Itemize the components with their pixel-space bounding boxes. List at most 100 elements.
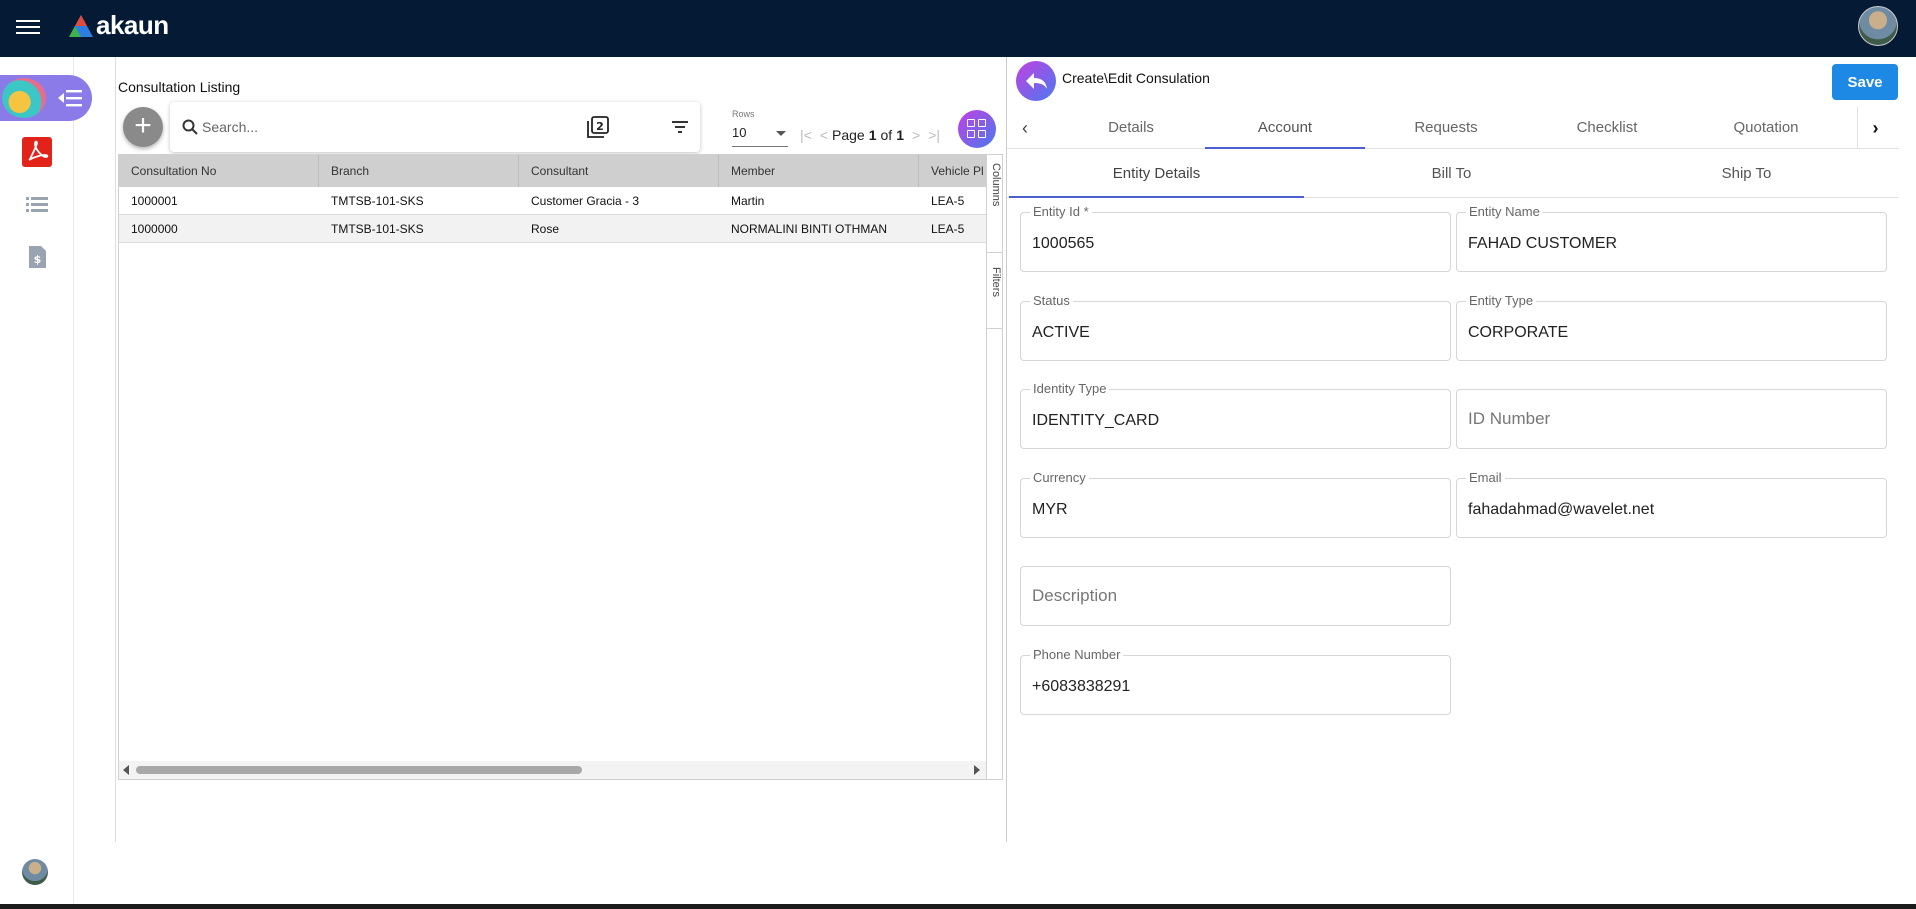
description-field[interactable]: Description bbox=[1020, 566, 1451, 626]
entity-name-label: Entity Name bbox=[1466, 204, 1543, 219]
scrollbar-thumb[interactable] bbox=[136, 766, 582, 774]
multi-select-icon[interactable]: 2 bbox=[587, 116, 609, 138]
left-rail: $ bbox=[0, 57, 92, 909]
phone-number-field[interactable]: Phone Number +6083838291 bbox=[1020, 647, 1451, 715]
entity-name-field[interactable]: Entity Name FAHAD CUSTOMER bbox=[1456, 204, 1887, 272]
rows-per-page-select[interactable]: 10 bbox=[732, 125, 788, 147]
top-bar: akaun bbox=[0, 0, 1916, 57]
side-tool-panel: Columns Filters bbox=[986, 155, 1002, 779]
last-page-icon[interactable]: >| bbox=[928, 127, 940, 143]
status-label: Status bbox=[1030, 293, 1073, 308]
status-field[interactable]: Status ACTIVE bbox=[1020, 293, 1451, 361]
car-app-icon bbox=[2, 78, 46, 118]
first-page-icon[interactable]: |< bbox=[800, 127, 812, 143]
email-label: Email bbox=[1466, 470, 1505, 485]
page-label: Page bbox=[832, 127, 865, 143]
editor-tabs: ‹ Details Account Requests Checklist Quo… bbox=[1007, 107, 1899, 149]
logo-text: akaun bbox=[96, 10, 169, 40]
rail-user-avatar[interactable] bbox=[22, 859, 48, 885]
filters-side-tab[interactable]: Filters bbox=[987, 259, 1002, 329]
subtab-bill-to[interactable]: Bill To bbox=[1304, 150, 1599, 198]
next-page-icon[interactable]: > bbox=[912, 127, 920, 143]
column-header-member[interactable]: Member bbox=[719, 155, 919, 187]
page-of-label: of bbox=[880, 127, 893, 143]
identity-type-value: IDENTITY_CARD bbox=[1032, 412, 1160, 429]
entity-type-field[interactable]: Entity Type CORPORATE bbox=[1456, 293, 1887, 361]
search-input[interactable] bbox=[202, 116, 642, 138]
cell-consultation-no: 1000001 bbox=[131, 194, 178, 208]
cell-consultant: Customer Gracia - 3 bbox=[531, 194, 640, 208]
tab-details[interactable]: Details bbox=[1051, 107, 1211, 149]
tab-account[interactable]: Account bbox=[1205, 107, 1365, 149]
grid-view-button[interactable] bbox=[958, 110, 996, 148]
filter-icon[interactable] bbox=[672, 120, 688, 134]
tab-checklist[interactable]: Checklist bbox=[1527, 107, 1687, 149]
rail-active-app[interactable] bbox=[0, 75, 92, 121]
akaun-logo-icon bbox=[69, 14, 93, 37]
bottom-strip bbox=[0, 904, 1916, 909]
column-header-consultation-no[interactable]: Consultation No bbox=[119, 155, 319, 187]
phone-number-label: Phone Number bbox=[1030, 647, 1124, 662]
consultation-listing-panel: Consultation Listing + 2 Rows 10 |< < Pa… bbox=[115, 57, 1005, 842]
search-bar bbox=[170, 102, 700, 152]
identity-type-field[interactable]: Identity Type IDENTITY_CARD bbox=[1020, 381, 1451, 449]
rows-label: Rows bbox=[732, 109, 755, 119]
cell-vehicle-plate: LEA-5 bbox=[931, 194, 965, 208]
pagination: |< < Page 1 of 1 > >| bbox=[796, 127, 944, 143]
cell-branch: TMTSB-101-SKS bbox=[331, 194, 424, 208]
app-logo[interactable]: akaun bbox=[68, 10, 169, 41]
reply-arrow-icon bbox=[1026, 73, 1047, 89]
identity-type-label: Identity Type bbox=[1030, 381, 1110, 396]
column-header-consultant[interactable]: Consultant bbox=[519, 155, 719, 187]
rows-per-page-value: 10 bbox=[732, 125, 747, 140]
column-header-vehicle-plate[interactable]: Vehicle Pl bbox=[919, 155, 987, 187]
horizontal-scrollbar[interactable] bbox=[119, 761, 986, 779]
tabs-prev-chevron-icon[interactable]: ‹ bbox=[1007, 107, 1043, 149]
add-button[interactable]: + bbox=[123, 107, 163, 147]
email-field[interactable]: Email fahadahmad@wavelet.net bbox=[1456, 470, 1887, 538]
phone-number-value: +6083838291 bbox=[1032, 678, 1131, 695]
entity-type-value: CORPORATE bbox=[1468, 324, 1569, 341]
entity-id-field[interactable]: Entity Id * 1000565 bbox=[1020, 204, 1451, 272]
user-avatar[interactable] bbox=[1858, 6, 1898, 46]
subtab-entity-details[interactable]: Entity Details bbox=[1009, 150, 1304, 198]
currency-field[interactable]: Currency MYR bbox=[1020, 470, 1451, 538]
description-placeholder: Description bbox=[1032, 586, 1118, 605]
cell-consultation-no: 1000000 bbox=[131, 222, 178, 236]
columns-side-tab-label: Columns bbox=[990, 163, 1002, 207]
entity-id-value: 1000565 bbox=[1032, 235, 1095, 252]
cell-consultant: Rose bbox=[531, 222, 560, 236]
cell-member: Martin bbox=[731, 194, 765, 208]
table-row[interactable]: 1000000 TMTSB-101-SKS Rose NORMALINI BIN… bbox=[119, 215, 987, 243]
consultation-table: Consultation No Branch Consultant Member… bbox=[118, 154, 1003, 780]
menu-collapse-icon[interactable] bbox=[58, 89, 82, 107]
column-header-branch[interactable]: Branch bbox=[319, 155, 519, 187]
search-icon bbox=[182, 119, 198, 135]
cell-vehicle-plate: LEA-5 bbox=[931, 222, 965, 236]
status-value: ACTIVE bbox=[1032, 324, 1090, 341]
pdf-icon[interactable] bbox=[22, 137, 52, 167]
chevron-down-icon bbox=[776, 131, 786, 136]
tab-requests[interactable]: Requests bbox=[1366, 107, 1526, 149]
id-number-placeholder: ID Number bbox=[1468, 409, 1551, 428]
table-row[interactable]: 1000001 TMTSB-101-SKS Customer Gracia - … bbox=[119, 187, 987, 215]
subtab-ship-to[interactable]: Ship To bbox=[1599, 150, 1894, 198]
prev-page-icon[interactable]: < bbox=[820, 127, 828, 143]
back-button[interactable] bbox=[1016, 61, 1056, 101]
list-icon[interactable] bbox=[22, 190, 52, 220]
page-total: 1 bbox=[896, 127, 904, 143]
edit-consultation-panel: Create\Edit Consulation Save ‹ Details A… bbox=[1006, 57, 1899, 842]
scroll-right-icon[interactable] bbox=[974, 765, 980, 775]
svg-text:$: $ bbox=[34, 253, 42, 266]
account-subtabs: Entity Details Bill To Ship To bbox=[1007, 150, 1899, 198]
id-number-field[interactable]: ID Number bbox=[1456, 389, 1887, 449]
invoice-icon[interactable]: $ bbox=[22, 242, 52, 272]
tabs-next-chevron-icon[interactable]: › bbox=[1857, 107, 1893, 149]
columns-side-tab[interactable]: Columns bbox=[987, 155, 1002, 253]
scroll-left-icon[interactable] bbox=[123, 765, 129, 775]
tab-quotation[interactable]: Quotation bbox=[1686, 107, 1846, 149]
currency-label: Currency bbox=[1030, 470, 1089, 485]
hamburger-menu-icon[interactable] bbox=[16, 16, 40, 40]
save-button[interactable]: Save bbox=[1832, 64, 1898, 100]
currency-value: MYR bbox=[1032, 501, 1068, 518]
